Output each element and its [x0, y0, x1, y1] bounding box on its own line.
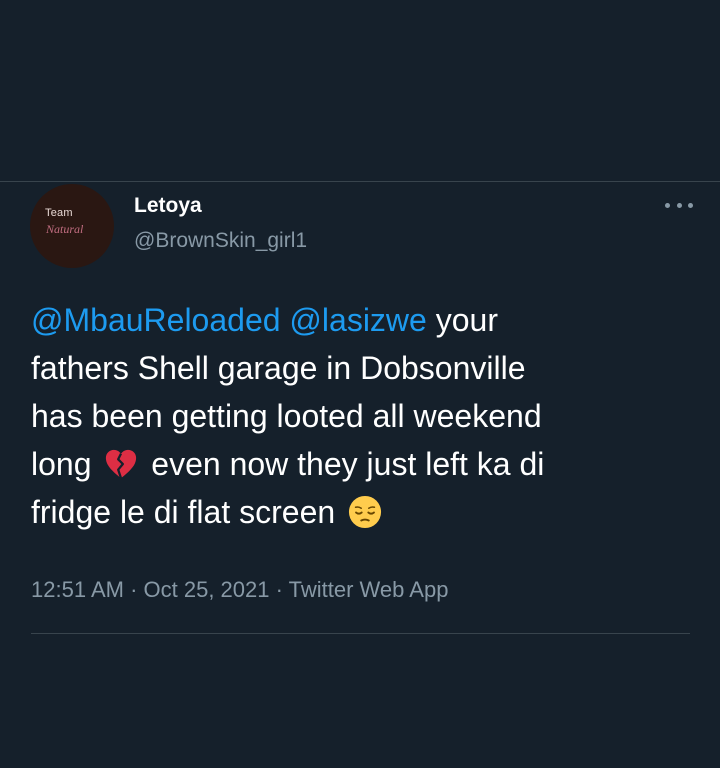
meta-separator: · — [269, 577, 289, 602]
mention-link-mbaureloaded[interactable]: @MbauReloaded — [31, 302, 281, 338]
tweet: Team Natural Letoya @BrownSkin_girl1 @Mb… — [0, 182, 720, 642]
tweet-line-2: fathers Shell garage in Dobsonville — [31, 350, 526, 386]
tweet-time[interactable]: 12:51 AM — [31, 577, 124, 602]
tweet-text-fragment: your — [426, 302, 498, 338]
tweet-text: @MbauReloaded @lasizwe your fathers Shel… — [31, 296, 701, 536]
tweet-text-fragment: fridge le di flat screen — [31, 494, 345, 530]
tweet-date[interactable]: Oct 25, 2021 — [144, 577, 270, 602]
meta-separator: · — [123, 577, 144, 602]
tweet-meta: 12:51 AM · Oct 25, 2021 · Twitter Web Ap… — [31, 577, 448, 603]
tweet-line-5: fridge le di flat screen — [31, 488, 701, 536]
avatar[interactable]: Team Natural — [30, 184, 114, 268]
avatar-text-team: Team — [45, 207, 73, 219]
tweet-line-4: long even now they just left ka di — [31, 440, 701, 488]
tweet-line-3: has been getting looted all weekend — [31, 398, 542, 434]
tweet-text-fragment: even now they just left ka di — [142, 446, 545, 482]
bottom-divider — [31, 633, 690, 634]
user-handle[interactable]: @BrownSkin_girl1 — [134, 229, 307, 253]
tweet-source[interactable]: Twitter Web App — [289, 577, 449, 602]
mention-link-lasizwe[interactable]: @lasizwe — [289, 302, 426, 338]
pensive-face-emoji — [348, 495, 382, 529]
avatar-text-natural: Natural — [46, 222, 84, 236]
tweet-text-fragment: long — [31, 446, 101, 482]
display-name[interactable]: Letoya — [134, 194, 202, 218]
more-dots-icon[interactable] — [665, 191, 693, 219]
tweet-line-1: @MbauReloaded @lasizwe your — [31, 296, 701, 344]
broken-heart-emoji — [106, 449, 137, 479]
